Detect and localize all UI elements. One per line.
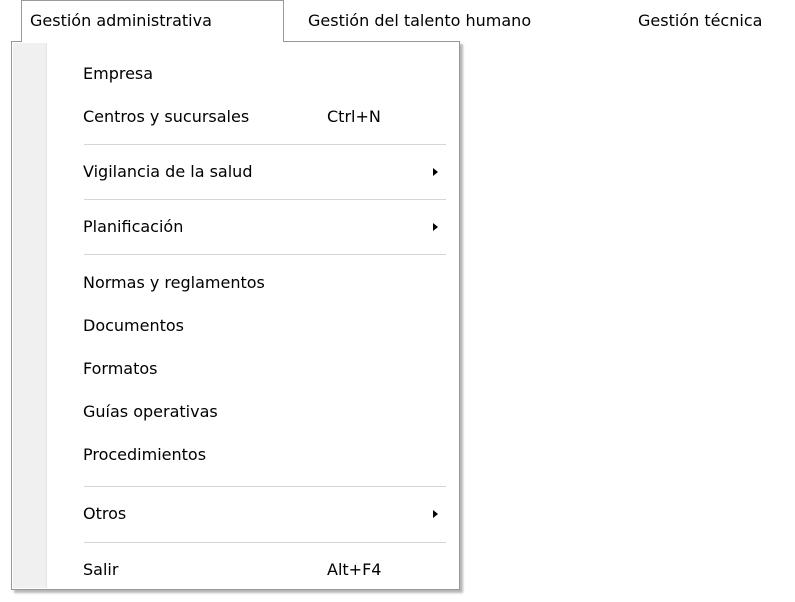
shortcut-label: Alt+F4 xyxy=(327,560,382,579)
submenu-arrow-icon xyxy=(433,510,438,518)
menu-item-label: Planificación xyxy=(83,217,184,236)
menu-item-label: Normas y reglamentos xyxy=(83,273,265,292)
menu-item-documentos[interactable]: Documentos xyxy=(47,307,457,345)
menu-item-label: Documentos xyxy=(83,316,185,335)
menu-item-label: Salir xyxy=(83,560,119,579)
menu-item-label: Otros xyxy=(83,504,127,523)
menu-item-vigilancia-salud[interactable]: Vigilancia de la salud xyxy=(47,153,457,191)
menu-gestion-administrativa[interactable]: Gestión administrativa xyxy=(21,0,284,42)
icon-gutter xyxy=(13,43,47,588)
menu-item-centros-sucursales[interactable]: Centros y sucursales Ctrl+N xyxy=(47,98,457,136)
menu-separator xyxy=(84,254,446,256)
menu-separator xyxy=(84,486,446,488)
menu-item-procedimientos[interactable]: Procedimientos xyxy=(47,436,457,474)
menu-separator xyxy=(84,542,446,544)
menu-gestion-talento-humano[interactable]: Gestión del talento humano xyxy=(299,0,531,42)
menu-item-planificacion[interactable]: Planificación xyxy=(47,208,457,246)
menu-separator xyxy=(84,144,446,146)
menu-item-label: Vigilancia de la salud xyxy=(83,162,253,181)
menu-item-label: Centros y sucursales xyxy=(83,107,250,126)
menu-gestion-tecnica[interactable]: Gestión técnica xyxy=(629,0,762,42)
menu-item-salir[interactable]: Salir Alt+F4 xyxy=(47,551,457,589)
dropdown-menu: Empresa Centros y sucursales Ctrl+N Vigi… xyxy=(11,41,460,590)
menu-item-otros[interactable]: Otros xyxy=(47,495,457,533)
submenu-arrow-icon xyxy=(433,168,438,176)
menu-item-label: Procedimientos xyxy=(83,445,207,464)
menu-item-label: Formatos xyxy=(83,359,158,378)
submenu-arrow-icon xyxy=(433,223,438,231)
menu-item-guias-operativas[interactable]: Guías operativas xyxy=(47,393,457,431)
menu-item-label: Guías operativas xyxy=(83,402,218,421)
menu-item-empresa[interactable]: Empresa xyxy=(47,55,457,93)
menu-item-formatos[interactable]: Formatos xyxy=(47,350,457,388)
menu-item-label: Empresa xyxy=(83,64,154,83)
menu-bar: Gestión administrativa Gestión del talen… xyxy=(0,0,795,42)
menu-item-normas-reglamentos[interactable]: Normas y reglamentos xyxy=(47,264,457,302)
shortcut-label: Ctrl+N xyxy=(327,107,381,126)
menu-separator xyxy=(84,199,446,201)
